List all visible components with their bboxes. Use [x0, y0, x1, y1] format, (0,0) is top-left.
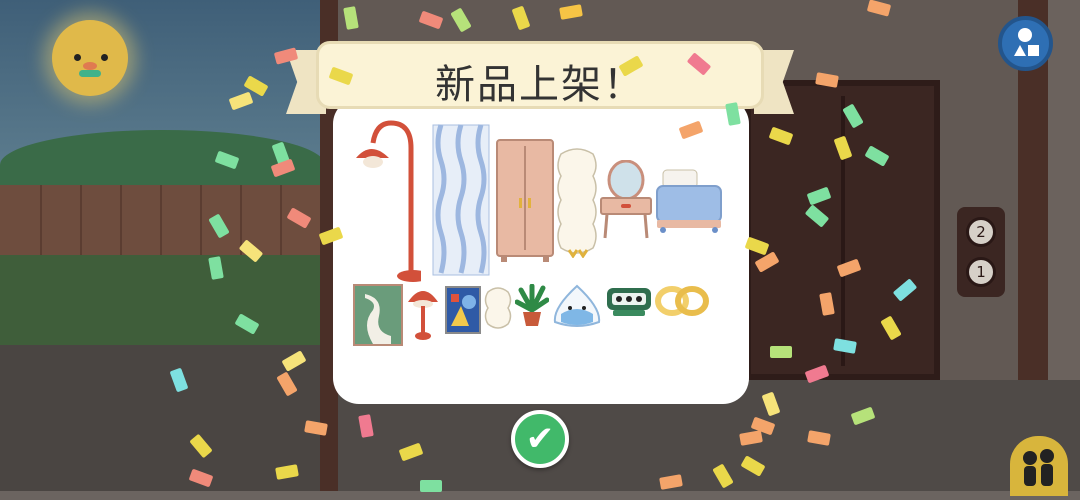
rice-ball-plush-icon — [553, 284, 601, 327]
curtain-icon — [432, 124, 490, 276]
sun-right-eye — [101, 54, 108, 61]
fence — [0, 185, 325, 255]
glass-door[interactable] — [745, 80, 940, 380]
title-banner: 新品上架！ — [316, 41, 764, 109]
characters-button[interactable] — [1010, 436, 1068, 496]
painting-abstract-icon — [445, 286, 481, 334]
vanity-table-icon — [600, 160, 652, 239]
confetti-piece — [420, 480, 442, 492]
painting-green-icon — [353, 284, 403, 346]
bed-icon — [656, 169, 722, 233]
checkmark-icon: ✔ — [525, 419, 555, 459]
sun-character-icon[interactable] — [52, 20, 128, 96]
right-wall — [1048, 0, 1080, 380]
elevator-panel: 2 1 — [957, 207, 1005, 297]
sun-mouth — [79, 70, 101, 77]
sun-left-eye — [74, 54, 81, 61]
shapes-button[interactable] — [998, 16, 1053, 71]
table-lamp-icon — [408, 291, 438, 340]
confetti-piece — [770, 346, 792, 358]
shapes-icon — [1014, 28, 1039, 56]
grass-lawn — [0, 255, 325, 350]
elevator-floor-2-button[interactable]: 2 — [966, 217, 996, 247]
potted-plant-icon — [515, 284, 549, 326]
confirm-button[interactable]: ✔ — [511, 410, 569, 468]
characters-icon — [1023, 449, 1054, 486]
alarm-clock-icon — [607, 288, 651, 316]
wardrobe-icon — [496, 139, 554, 262]
elevator-floor-1-button[interactable]: 1 — [966, 257, 996, 287]
new-items-popup — [333, 98, 749, 404]
small-pillow-icon — [484, 287, 512, 329]
pillow-icon — [557, 148, 597, 258]
sun-beak — [83, 62, 97, 70]
knot-cushion-icon — [655, 286, 709, 316]
floor-lamp-icon — [356, 120, 421, 282]
